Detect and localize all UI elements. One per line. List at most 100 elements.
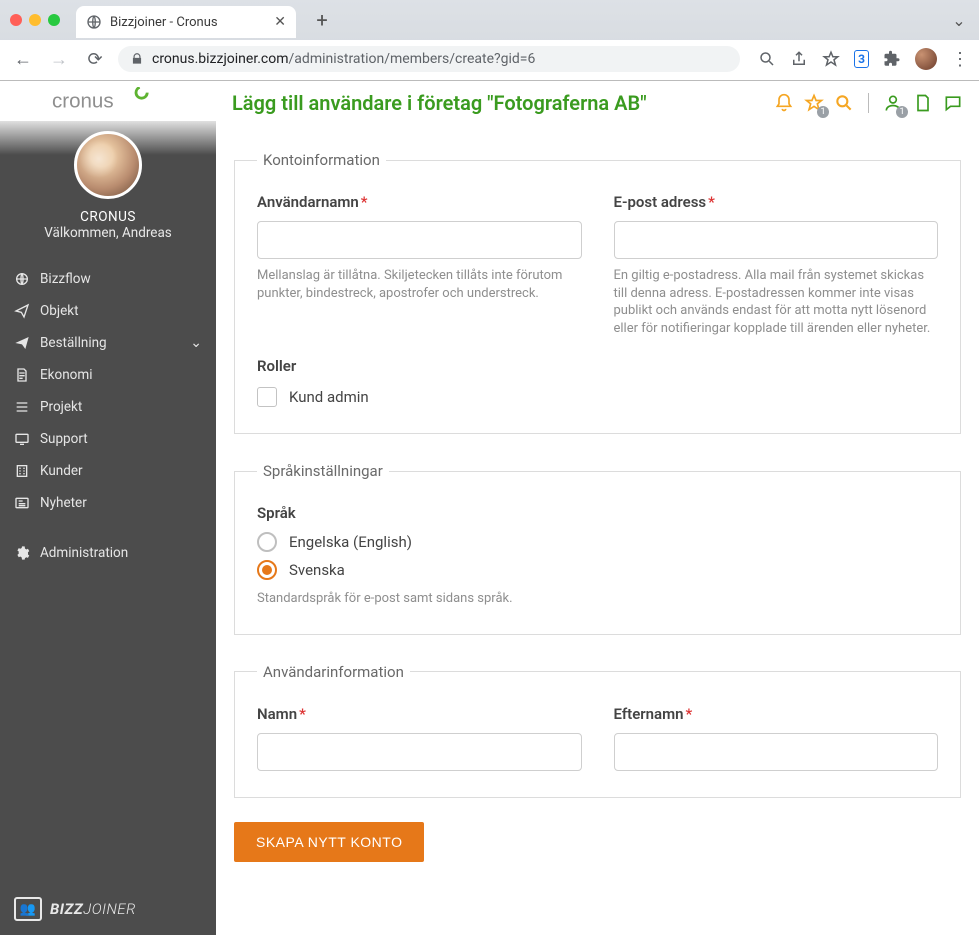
main-content: Lägg till användare i företag "Fotografe… (216, 81, 979, 935)
sidebar-item-nyheter[interactable]: Nyheter (0, 487, 216, 519)
list-icon (14, 399, 30, 415)
email-label: E-post adress* (614, 193, 939, 211)
username-help: Mellanslag är tillåtna. Skiljetecken til… (257, 267, 582, 302)
sidebar-item-label: Bizzflow (40, 271, 91, 287)
sidebar-item-support[interactable]: Support (0, 423, 216, 455)
address-bar[interactable]: cronus.bizzjoiner.com/administration/mem… (118, 46, 740, 72)
tab-title: Bizzjoiner - Cronus (110, 15, 266, 30)
chevron-down-icon: ⌄ (190, 335, 202, 351)
profile-avatar-icon[interactable] (915, 48, 937, 70)
url-text: cronus.bizzjoiner.com/administration/mem… (152, 51, 535, 67)
sidebar-item-label: Support (40, 431, 88, 447)
user-icon[interactable]: 1 (883, 93, 903, 113)
reload-button[interactable]: ⟳ (82, 49, 108, 70)
bookmark-star-icon[interactable] (822, 50, 840, 68)
star-badge: 1 (817, 106, 829, 118)
option-swedish-label: Svenska (289, 561, 345, 579)
welcome-text: Välkommen, Andreas (0, 225, 216, 241)
favorite-star-icon[interactable]: 1 (804, 93, 824, 113)
minimize-window[interactable] (29, 14, 41, 26)
extension-badge[interactable]: 3 (854, 50, 869, 68)
sidebar-item-administration[interactable]: Administration (0, 537, 216, 569)
send-icon (14, 303, 30, 319)
gear-icon (14, 545, 30, 561)
sidebar-item-label: Beställning (40, 335, 107, 351)
svg-text:cronus: cronus (52, 90, 114, 113)
radio-english[interactable] (257, 532, 277, 552)
create-account-button[interactable]: SKAPA NYTT KONTO (234, 822, 424, 862)
sidebar-item-label: Projekt (40, 399, 82, 415)
new-tab-button[interactable]: + (308, 6, 336, 34)
username-input[interactable] (257, 221, 582, 259)
cronus-logo: cronus (52, 87, 164, 115)
maximize-window[interactable] (48, 14, 60, 26)
back-button[interactable]: ← (10, 49, 36, 70)
extensions-puzzle-icon[interactable] (883, 50, 901, 68)
sidebar-item-ekonomi[interactable]: Ekonomi (0, 359, 216, 391)
sidebar-item-objekt[interactable]: Objekt (0, 295, 216, 327)
username-label: Användarnamn* (257, 193, 582, 211)
firstname-input[interactable] (257, 733, 582, 771)
profile-block: CRONUS Välkommen, Andreas (0, 121, 216, 257)
role-kund-admin-checkbox[interactable] (257, 387, 277, 407)
sidebar-item-bestallning[interactable]: Beställning ⌄ (0, 327, 216, 359)
role-option-label: Kund admin (289, 388, 369, 406)
language-label: Språk (257, 504, 938, 522)
sidebar-item-bizzflow[interactable]: Bizzflow (0, 263, 216, 295)
bizzjoiner-icon: 👥 (14, 897, 42, 921)
globe-icon (14, 271, 30, 287)
tab-list-chevron-icon[interactable]: ⌄ (949, 11, 969, 30)
fieldset-language: Språkinställningar Språk Engelska (Engli… (234, 462, 961, 635)
share-icon[interactable] (790, 50, 808, 68)
logo-area: cronus (0, 81, 216, 121)
lastname-input[interactable] (614, 733, 939, 771)
chat-icon[interactable] (943, 93, 963, 113)
roles-label: Roller (257, 357, 938, 375)
zoom-icon[interactable] (758, 50, 776, 68)
footer-brand: 👥 BIZZJOINER (0, 883, 216, 935)
sidebar-item-label: Objekt (40, 303, 79, 319)
option-english-label: Engelska (English) (289, 533, 412, 551)
legend-language: Språkinställningar (257, 462, 389, 480)
building-icon (14, 463, 30, 479)
separator (868, 93, 869, 113)
sidebar-item-label: Kunder (40, 463, 83, 479)
radio-swedish[interactable] (257, 560, 277, 580)
forward-button[interactable]: → (46, 49, 72, 70)
document-icon (14, 367, 30, 383)
user-avatar[interactable] (74, 131, 142, 199)
sidebar-item-label: Nyheter (40, 495, 87, 511)
sidebar-item-label: Administration (40, 545, 128, 561)
close-tab-icon[interactable]: ✕ (274, 14, 286, 30)
browser-tab[interactable]: Bizzjoiner - Cronus ✕ (76, 6, 296, 38)
search-icon[interactable] (834, 93, 854, 113)
firstname-label: Namn* (257, 705, 582, 723)
news-icon (14, 495, 30, 511)
legend-userinfo: Användarinformation (257, 663, 410, 681)
lock-icon (130, 52, 144, 66)
language-help: Standardspråk för e-post samt sidans spr… (257, 590, 938, 608)
sidebar-item-projekt[interactable]: Projekt (0, 391, 216, 423)
email-input[interactable] (614, 221, 939, 259)
sidebar-item-label: Ekonomi (40, 367, 93, 383)
screen-icon (14, 431, 30, 447)
fieldset-account: Kontoinformation Användarnamn* Mellansla… (234, 151, 961, 434)
user-badge: 1 (896, 106, 908, 118)
lastname-label: Efternamn* (614, 705, 939, 723)
page-title: Lägg till användare i företag "Fotografe… (232, 91, 647, 115)
page-icon[interactable] (913, 93, 933, 113)
window-controls (10, 14, 60, 26)
browser-chrome: Bizzjoiner - Cronus ✕ + ⌄ ← → ⟳ cronus.b… (0, 0, 979, 81)
email-help: En giltig e-postadress. Alla mail från s… (614, 267, 939, 337)
kebab-menu-icon[interactable]: ⋮ (951, 49, 969, 70)
fieldset-userinfo: Användarinformation Namn* Efternamn* (234, 663, 961, 798)
org-name: CRONUS (0, 209, 216, 225)
sidebar: cronus CRONUS Välkommen, Andreas Bizzflo… (0, 81, 216, 935)
sidebar-menu: Bizzflow Objekt Beställning ⌄ Ekonomi Pro… (0, 263, 216, 569)
sidebar-item-kunder[interactable]: Kunder (0, 455, 216, 487)
paper-plane-icon (14, 335, 30, 351)
close-window[interactable] (10, 14, 22, 26)
bell-icon[interactable] (774, 93, 794, 113)
legend-account: Kontoinformation (257, 151, 386, 169)
globe-icon (86, 14, 102, 30)
